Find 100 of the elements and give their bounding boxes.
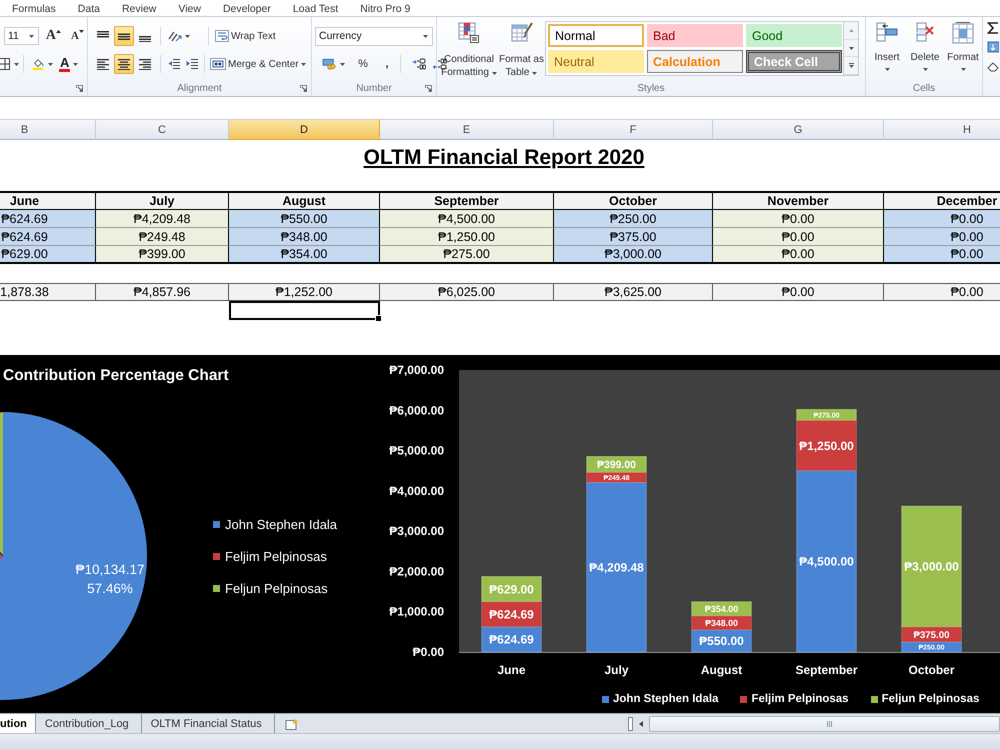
grow-font-button[interactable]: A bbox=[42, 26, 64, 46]
sum-icon[interactable] bbox=[987, 22, 999, 34]
axis-label: ₱5,000.00 bbox=[389, 444, 444, 458]
caret-down-icon bbox=[79, 30, 84, 33]
ribbon-tab[interactable]: View bbox=[167, 0, 212, 16]
bar-segment bbox=[691, 601, 752, 616]
bar-segment bbox=[481, 601, 542, 628]
month-header: December bbox=[884, 191, 1000, 210]
cell-style-option[interactable]: Bad bbox=[647, 24, 743, 47]
table-cell: ₱4,500.00 bbox=[380, 210, 554, 228]
caret-icon[interactable] bbox=[14, 62, 19, 66]
value-label: ₱624.69 bbox=[489, 632, 534, 647]
insert-sheet-icon[interactable] bbox=[284, 718, 299, 730]
table-cell: ₱624.69 bbox=[0, 210, 96, 228]
format-cells-icon bbox=[952, 22, 974, 44]
selected-cell[interactable] bbox=[229, 301, 380, 320]
sheet-tab[interactable]: ution bbox=[0, 714, 36, 733]
borders-icon[interactable] bbox=[0, 58, 10, 70]
caret-up-icon bbox=[56, 30, 62, 33]
eraser-icon[interactable] bbox=[987, 60, 999, 72]
value-label: ₱399.00 bbox=[597, 460, 636, 472]
fill-down-icon[interactable] bbox=[987, 41, 999, 53]
shrink-font-button[interactable]: A bbox=[68, 26, 87, 46]
dialog-launcher-icon[interactable] bbox=[76, 85, 83, 92]
axis-label: ₱1,000.00 bbox=[389, 604, 444, 619]
table-cell: ₱0.00 bbox=[884, 210, 1000, 228]
merge-center-button[interactable]: Merge & Center bbox=[208, 54, 308, 74]
cells-button[interactable]: Delete bbox=[906, 17, 944, 71]
table-cell: ₱399.00 bbox=[96, 246, 229, 264]
caret-icon bbox=[492, 72, 497, 74]
comma-style-button[interactable]: , bbox=[378, 54, 396, 74]
percent-style-button[interactable]: % bbox=[354, 54, 372, 74]
ribbon-tab[interactable]: Nitro Pro 9 bbox=[349, 0, 422, 16]
table-cell: ₱550.00 bbox=[229, 210, 380, 228]
ribbon-tab[interactable]: Formulas bbox=[1, 0, 67, 16]
insert-cells-icon bbox=[876, 22, 898, 44]
ribbon-tab[interactable]: Data bbox=[66, 0, 111, 16]
ribbon-tab[interactable]: Review bbox=[110, 0, 168, 16]
dialog-launcher-icon[interactable] bbox=[425, 85, 432, 92]
month-header: July bbox=[96, 191, 229, 210]
slice-value-label: ₱10,134.17 bbox=[75, 562, 145, 577]
caret-icon bbox=[960, 68, 966, 71]
increase-decimal-icon[interactable] bbox=[412, 58, 426, 70]
total-cell: 1,878.38 bbox=[0, 283, 96, 301]
month-header: November bbox=[713, 191, 884, 210]
number-format-field[interactable]: Currency bbox=[315, 26, 433, 46]
category-label: August bbox=[700, 663, 742, 677]
caret-icon bbox=[28, 34, 34, 38]
group-label: Styles bbox=[637, 83, 665, 94]
cells-button[interactable]: Insert bbox=[868, 17, 906, 71]
cell-style-option[interactable]: Good bbox=[746, 24, 842, 47]
format-as-table-button[interactable]: Format as Table bbox=[498, 17, 545, 79]
value-label: ₱348.00 bbox=[705, 618, 738, 628]
decrease-indent-icon[interactable] bbox=[168, 58, 180, 70]
table-cell: ₱629.00 bbox=[0, 246, 96, 264]
fill-handle[interactable] bbox=[375, 315, 382, 322]
category-label: July bbox=[604, 663, 628, 677]
conditional-formatting-button[interactable]: Conditional Formatting bbox=[440, 17, 498, 79]
total-cell: ₱4,857.96 bbox=[96, 283, 229, 301]
caret-icon bbox=[300, 62, 306, 66]
table-cell: ₱250.00 bbox=[554, 210, 713, 228]
split-handle[interactable] bbox=[628, 716, 633, 730]
scrollbar-thumb[interactable] bbox=[649, 716, 1000, 732]
column-header[interactable]: B bbox=[0, 120, 96, 140]
legend-label: Feljun Pelpinosas bbox=[225, 580, 328, 596]
dialog-launcher-icon[interactable] bbox=[300, 85, 307, 92]
table-cell: ₱3,000.00 bbox=[554, 246, 713, 264]
caret-icon bbox=[532, 72, 538, 74]
axis-label: ₱7,000.00 bbox=[389, 363, 444, 377]
value-label: ₱354.00 bbox=[704, 604, 738, 614]
font-size-field[interactable]: 11 bbox=[4, 27, 39, 45]
cell-style-option[interactable]: Neutral bbox=[548, 50, 644, 73]
value-label: ₱629.00 bbox=[489, 582, 534, 596]
bar-segment bbox=[481, 576, 542, 602]
vertical-align-button[interactable] bbox=[114, 26, 134, 46]
caret-icon bbox=[73, 62, 78, 66]
column-header[interactable]: D bbox=[229, 120, 380, 140]
column-header[interactable]: H bbox=[884, 120, 1000, 140]
chart-title: Contribution Percentage Chart bbox=[3, 367, 229, 385]
column-header[interactable]: G bbox=[713, 120, 884, 140]
wrap-text-button[interactable]: Wrap Text bbox=[213, 26, 278, 46]
column-header[interactable]: F bbox=[554, 120, 713, 140]
ribbon-tab[interactable]: Load Test bbox=[282, 0, 350, 16]
legend-label: Feljim Pelpinosas bbox=[225, 548, 327, 564]
increase-indent-icon[interactable] bbox=[186, 58, 198, 70]
column-header[interactable]: E bbox=[380, 120, 554, 140]
group-label: Cells bbox=[912, 83, 936, 94]
cells-button[interactable]: Format bbox=[944, 17, 982, 71]
column-header[interactable]: C bbox=[96, 120, 229, 140]
bar-segment bbox=[481, 626, 542, 652]
table-cell: ₱0.00 bbox=[713, 246, 884, 264]
ribbon-tab[interactable]: Developer bbox=[212, 0, 282, 16]
legend-label: Feljun Pelpinosas bbox=[882, 693, 980, 705]
table-cell: ₱275.00 bbox=[380, 246, 554, 264]
horizontal-align-button[interactable] bbox=[114, 54, 134, 74]
font-color-button[interactable]: A bbox=[56, 54, 82, 74]
cell-style-option[interactable]: Normal bbox=[548, 24, 644, 47]
month-header: June bbox=[0, 191, 96, 210]
group-label: Alignment bbox=[177, 83, 222, 94]
month-header: August bbox=[229, 191, 380, 210]
